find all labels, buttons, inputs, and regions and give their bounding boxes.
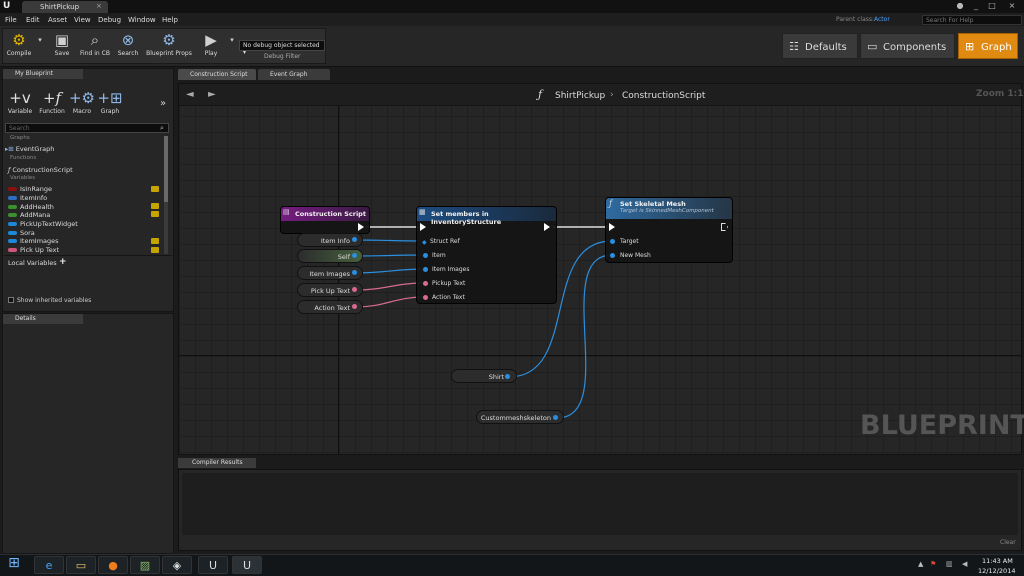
variable-node-label: Pick Up Text xyxy=(310,287,350,295)
variable-node-label: Action Text xyxy=(314,304,350,312)
pickup-text-pin[interactable] xyxy=(423,281,428,286)
exec-out-pin[interactable] xyxy=(544,223,550,231)
pin-label: Struct Ref xyxy=(430,238,460,245)
tray-volume-icon[interactable]: ◀ xyxy=(962,560,967,568)
browser-icon[interactable]: e xyxy=(34,556,64,574)
variable-out-pin[interactable] xyxy=(352,287,357,292)
node-title-label: Set members in InventoryStructure xyxy=(431,210,502,226)
data-wire xyxy=(556,254,613,419)
start-button[interactable]: ⊞ xyxy=(3,555,25,575)
node-title: Construction Script xyxy=(281,207,369,221)
pin-label: Action Text xyxy=(432,294,465,301)
pin-label: Item xyxy=(432,252,446,259)
exec-out-pin[interactable] xyxy=(358,223,364,231)
get-custommeshskeleton-node[interactable]: Custommeshskeleton xyxy=(476,410,564,424)
exec-in-pin[interactable] xyxy=(609,223,615,231)
compiler-results-tab[interactable]: Compiler Results xyxy=(178,458,256,468)
node-title-label: Set Skeletal Mesh xyxy=(620,200,686,208)
item-pin[interactable] xyxy=(423,253,428,258)
item-images-pin[interactable] xyxy=(423,267,428,272)
data-wire xyxy=(355,296,425,308)
node-title: Set Skeletal Mesh Target is SkinnedMeshC… xyxy=(606,198,732,219)
variable-node-label: Shirt xyxy=(488,373,504,381)
struct-ref-pin[interactable]: ◆ xyxy=(422,239,427,246)
event-icon: ▤ xyxy=(283,208,290,216)
clear-button[interactable]: Clear xyxy=(1000,539,1016,546)
node-title: Set members in InventoryStructure xyxy=(417,207,556,226)
node-subtitle: Target is SkinnedMeshComponent xyxy=(620,208,714,214)
variable-node-label: Item Info xyxy=(320,237,350,245)
variable-out-pin[interactable] xyxy=(352,270,357,275)
target-pin[interactable] xyxy=(610,239,615,244)
data-wire xyxy=(355,239,425,242)
unity-icon[interactable]: ◈ xyxy=(162,556,192,574)
function-icon: ƒ xyxy=(609,199,612,208)
tray-network-icon[interactable]: ▥ xyxy=(946,560,953,568)
variable-node-label: Self xyxy=(337,253,350,261)
variable-out-pin[interactable] xyxy=(352,237,357,242)
new-mesh-pin[interactable] xyxy=(610,253,615,258)
variable-out-pin[interactable] xyxy=(352,304,357,309)
node-title-label: Construction Script xyxy=(295,210,366,218)
variable-out-pin[interactable] xyxy=(553,415,558,420)
struct-icon: ▦ xyxy=(419,208,426,216)
clock-date[interactable]: 12/12/2014 xyxy=(978,567,1015,575)
unreal-launcher-icon[interactable]: U xyxy=(198,556,228,574)
pin-label: Pickup Text xyxy=(432,280,466,287)
pin-label: Item Images xyxy=(432,266,470,273)
pin-label: New Mesh xyxy=(620,252,651,259)
image-viewer-icon[interactable]: ▨ xyxy=(130,556,160,574)
variable-node-label: Item Images xyxy=(309,270,350,278)
variable-node-label: Custommeshskeleton xyxy=(480,414,551,422)
variable-out-pin[interactable] xyxy=(505,374,510,379)
pin-label: Target xyxy=(620,238,639,245)
compiler-results-list xyxy=(182,473,1018,535)
folder-icon[interactable]: ▭ xyxy=(66,556,96,574)
variable-out-pin[interactable] xyxy=(352,253,357,258)
data-wire xyxy=(355,282,425,291)
construction-script-node[interactable]: Construction Script xyxy=(280,206,370,234)
exec-in-pin[interactable] xyxy=(420,223,426,231)
tray-arrow-icon[interactable]: ▲ xyxy=(918,560,923,568)
unreal-editor-icon[interactable]: U xyxy=(232,556,262,574)
firefox-icon[interactable]: ● xyxy=(98,556,128,574)
tray-flag-icon[interactable]: ⚑ xyxy=(930,560,936,568)
action-text-pin[interactable] xyxy=(423,295,428,300)
clock-time[interactable]: 11:43 AM xyxy=(982,557,1013,565)
